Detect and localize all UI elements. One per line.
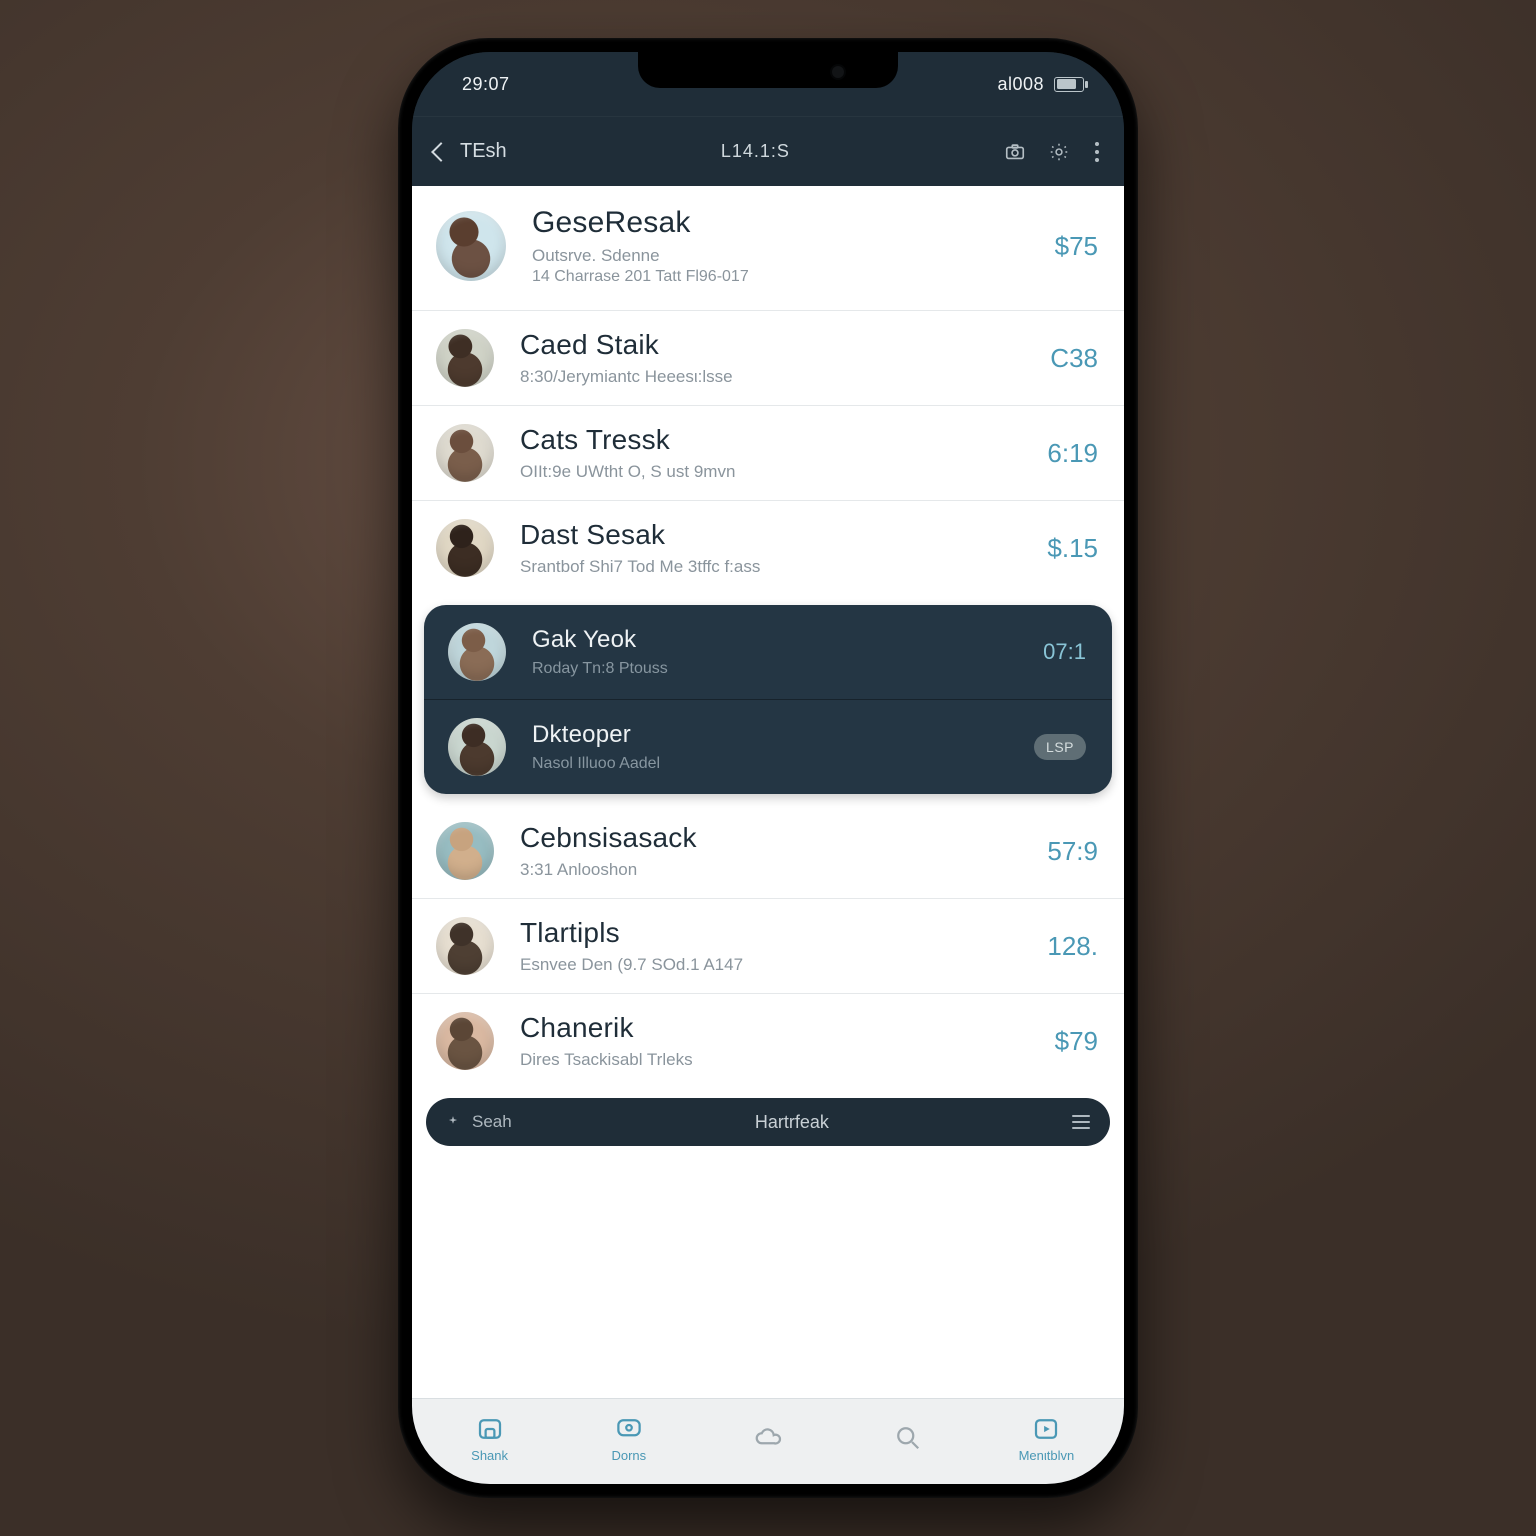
tab-cloud[interactable]	[698, 1422, 837, 1456]
list-item-trailing: $79	[1055, 1026, 1098, 1057]
avatar	[436, 519, 494, 577]
tab-search[interactable]	[838, 1422, 977, 1456]
avatar	[448, 718, 506, 776]
camera-icon[interactable]	[1004, 141, 1026, 163]
avatar	[448, 623, 506, 681]
list-item-trailing: 6:19	[1047, 438, 1098, 469]
list-item[interactable]: Dkteoper Nasol Illuoo Aadel LSP	[424, 700, 1112, 794]
contact-name: Dast Sesak	[520, 519, 1027, 551]
settings-icon[interactable]	[1048, 141, 1070, 163]
list-item-info: GeseResak Outsrve. Sdenne 14 Charrase 20…	[532, 206, 1035, 286]
screen: 29:07 al008 TEsh L14.1:S	[412, 52, 1124, 1484]
contact-subtitle: 8:30/Jerymiantc Heeesι:lsse	[520, 367, 1030, 387]
search-left: Seah	[446, 1112, 512, 1132]
avatar	[436, 211, 506, 281]
more-icon[interactable]	[1092, 142, 1102, 162]
play-icon	[1031, 1414, 1061, 1444]
chevron-left-icon	[431, 142, 451, 162]
contact-subtitle: 3:31 Anlooshon	[520, 860, 1027, 880]
notch	[638, 52, 898, 88]
list-item[interactable]: Gak Yeok Roday Tn:8 Ptouss 07:1	[424, 605, 1112, 700]
header-actions	[1004, 141, 1102, 163]
tab-home[interactable]: Shank	[420, 1414, 559, 1463]
back-button[interactable]: TEsh	[434, 140, 507, 163]
phone-bezel: 29:07 al008 TEsh L14.1:S	[412, 52, 1124, 1484]
list-item[interactable]: Caed Staik 8:30/Jerymiantc Heeesι:lsse C3…	[412, 311, 1124, 406]
contact-subtitle: Outsrve. Sdenne	[532, 246, 1035, 266]
tab-chats[interactable]: Dorns	[559, 1414, 698, 1463]
contact-name: Cats Tressk	[520, 424, 1027, 456]
contact-name: Gak Yeok	[532, 626, 1023, 654]
contact-subtitle: Dires Tsackisabl Trleks	[520, 1050, 1035, 1070]
avatar	[436, 917, 494, 975]
contact-subtitle: Roday Tn:8 Ptouss	[532, 660, 1023, 678]
contact-subtitle: OIIt:9e UWtht O, S ust 9mvn	[520, 462, 1027, 482]
home-icon	[475, 1414, 505, 1444]
contact-name: Chanerik	[520, 1012, 1035, 1044]
contact-name: Cebnsisasack	[520, 822, 1027, 854]
contact-name: Dkteoper	[532, 721, 1014, 749]
contact-name: Tlartipls	[520, 917, 1027, 949]
status-time: 29:07	[462, 74, 510, 95]
avatar	[436, 329, 494, 387]
list-item-trailing: 128.	[1047, 931, 1098, 962]
contact-subtitle: Nasol Illuoo Aadel	[532, 755, 1014, 773]
search-left-label: Seah	[472, 1112, 512, 1132]
tab-bar: Shank Dorns Menιtblvn	[412, 1398, 1124, 1484]
list-item[interactable]: Tlartipls Esnvee Den (9.7 SOd.1 A147 128.	[412, 899, 1124, 994]
list-item[interactable]: GeseResak Outsrve. Sdenne 14 Charrase 20…	[412, 186, 1124, 311]
contact-subtitle: Srantbof Shi7 Tod Me 3tffc f:ass	[520, 557, 1027, 577]
status-badge: LSP	[1034, 734, 1086, 760]
sparkle-icon	[446, 1115, 460, 1129]
contact-subtitle: Esnvee Den (9.7 SOd.1 A147	[520, 955, 1027, 975]
highlighted-group: Gak Yeok Roday Tn:8 Ptouss 07:1 Dkteoper N…	[424, 605, 1112, 794]
status-right: al008	[997, 74, 1084, 95]
header-title: L14.1:S	[521, 141, 990, 162]
contact-subtitle-2: 14 Charrase 201 Tatt Fl96-017	[532, 268, 1035, 286]
cloud-icon	[753, 1422, 783, 1452]
list-item-trailing: 07:1	[1043, 639, 1086, 665]
menu-icon[interactable]	[1072, 1115, 1090, 1129]
list-item-trailing: $75	[1055, 231, 1098, 262]
list-item[interactable]: Cats Tressk OIIt:9e UWtht O, S ust 9mvn 6…	[412, 406, 1124, 501]
tab-label: Shank	[471, 1448, 508, 1463]
tab-label: Dorns	[611, 1448, 646, 1463]
contact-list[interactable]: GeseResak Outsrve. Sdenne 14 Charrase 20…	[412, 186, 1124, 1398]
chat-icon	[614, 1414, 644, 1444]
back-label: TEsh	[460, 140, 507, 163]
list-item-trailing: $.15	[1047, 533, 1098, 564]
search-icon	[892, 1422, 922, 1452]
list-item[interactable]: Dast Sesak Srantbof Shi7 Tod Me 3tffc f:a…	[412, 501, 1124, 595]
phone-frame: 29:07 al008 TEsh L14.1:S	[398, 38, 1138, 1498]
list-item-trailing: 57:9	[1047, 836, 1098, 867]
avatar	[436, 424, 494, 482]
battery-icon	[1054, 77, 1084, 92]
tab-media[interactable]: Menιtblvn	[977, 1414, 1116, 1463]
list-item[interactable]: Cebnsisasack 3:31 Anlooshon 57:9	[412, 804, 1124, 899]
search-center-label: Hartrfeak	[528, 1112, 1056, 1133]
app-header: TEsh L14.1:S	[412, 116, 1124, 186]
avatar	[436, 822, 494, 880]
tab-label: Menιtblvn	[1019, 1448, 1075, 1463]
avatar	[436, 1012, 494, 1070]
status-network-label: al008	[997, 74, 1044, 95]
list-item[interactable]: Chanerik Dires Tsackisabl Trleks $79	[412, 994, 1124, 1088]
contact-name: Caed Staik	[520, 329, 1030, 361]
list-item-trailing: C38	[1050, 343, 1098, 374]
search-bar[interactable]: Seah Hartrfeak	[426, 1098, 1110, 1146]
contact-name: GeseResak	[532, 206, 1035, 240]
